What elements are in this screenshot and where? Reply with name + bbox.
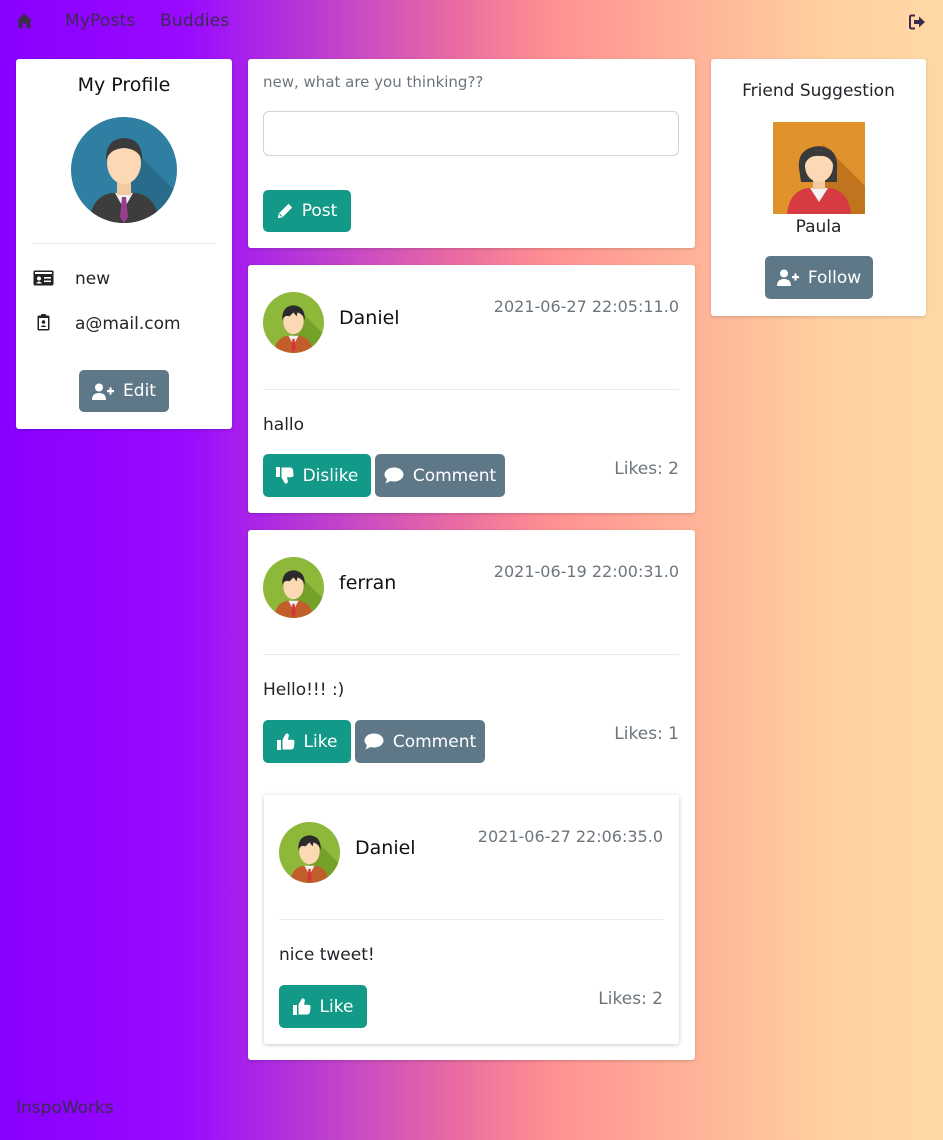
profile-title: My Profile — [77, 74, 171, 96]
comment-likes-count: Likes: 2 — [598, 989, 663, 1009]
like-button-label: Like — [319, 996, 354, 1017]
follow-button-label: Follow — [807, 267, 862, 288]
comment-divider — [279, 919, 663, 920]
like-button-label: Like — [303, 731, 338, 752]
post-divider — [263, 654, 679, 655]
post-likes-count: Likes: 2 — [614, 459, 679, 479]
post-divider — [263, 389, 679, 390]
home-icon[interactable] — [16, 13, 33, 29]
avatar — [279, 822, 340, 883]
profile-divider — [32, 243, 216, 244]
comment-icon — [384, 467, 404, 484]
edit-profile-button[interactable]: Edit — [79, 370, 169, 412]
like-button[interactable]: Like — [263, 720, 351, 763]
comment-card: Daniel 2021-06-27 22:06:35.0 nice tweet!… — [264, 795, 679, 1044]
avatar — [263, 292, 324, 353]
profile-username: new — [75, 269, 111, 289]
comment-button-label: Comment — [412, 465, 497, 486]
friend-suggestion-card: Friend Suggestion Paula Follow — [711, 59, 926, 316]
id-card-icon — [33, 270, 54, 286]
edit-button-label: Edit — [123, 381, 156, 401]
post-card: ferran 2021-06-19 22:00:31.0 Hello!!! :)… — [248, 530, 695, 1060]
comment-text: nice tweet! — [279, 945, 375, 965]
post-card: Daniel 2021-06-27 22:05:11.0 hallo Disli… — [248, 265, 695, 513]
comment-button[interactable]: Comment — [375, 454, 505, 497]
top-navbar: MyPosts Buddies — [0, 0, 943, 44]
follow-button[interactable]: Follow — [765, 256, 873, 299]
post-likes-count: Likes: 1 — [614, 724, 679, 744]
suggestion-name[interactable]: Paula — [711, 217, 926, 237]
comment-icon — [364, 733, 384, 750]
post-text: hallo — [263, 415, 305, 435]
user-plus-icon — [776, 269, 799, 286]
post-button[interactable]: Post — [263, 190, 351, 232]
thumbs-up-icon — [276, 733, 295, 750]
avatar — [71, 117, 177, 223]
post-author[interactable]: ferran — [339, 572, 396, 594]
avatar — [263, 557, 324, 618]
suggestion-title: Friend Suggestion — [742, 81, 895, 101]
avatar[interactable] — [773, 122, 865, 214]
sign-out-icon[interactable] — [909, 14, 926, 30]
like-button[interactable]: Like — [279, 985, 367, 1028]
composer-card: new, what are you thinking?? Post — [248, 59, 695, 248]
comment-button[interactable]: Comment — [355, 720, 485, 763]
composer-prompt: new, what are you thinking?? — [263, 73, 484, 91]
profile-email: a@mail.com — [75, 314, 181, 334]
nav-link-buddies[interactable]: Buddies — [160, 11, 229, 31]
dislike-button-label: Dislike — [302, 465, 359, 486]
footer-brand: InspoWorks — [16, 1098, 114, 1118]
comment-button-label: Comment — [392, 731, 477, 752]
comment-timestamp: 2021-06-27 22:06:35.0 — [477, 827, 663, 846]
post-timestamp: 2021-06-27 22:05:11.0 — [493, 297, 679, 316]
dislike-button[interactable]: Dislike — [263, 454, 371, 497]
user-plus-icon — [92, 383, 115, 400]
post-timestamp: 2021-06-19 22:00:31.0 — [493, 562, 679, 581]
thumbs-up-icon — [292, 998, 311, 1015]
comment-author[interactable]: Daniel — [355, 837, 416, 859]
composer-input[interactable] — [263, 111, 679, 156]
post-button-label: Post — [301, 201, 338, 221]
profile-card: My Profile new a@mail.com Edit — [16, 59, 232, 429]
contact-badge-icon — [37, 314, 50, 331]
thumbs-down-icon — [275, 467, 294, 484]
post-text: Hello!!! :) — [263, 680, 345, 700]
pencil-icon — [277, 203, 292, 219]
post-author[interactable]: Daniel — [339, 307, 400, 329]
nav-link-myposts[interactable]: MyPosts — [65, 11, 136, 31]
